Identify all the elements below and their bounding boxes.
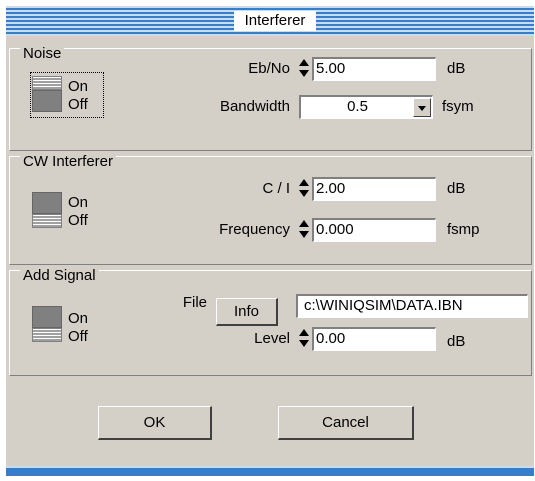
spin-up-icon[interactable] [299, 59, 309, 66]
noise-toggle-switch[interactable] [32, 76, 62, 112]
ok-button-label: K [155, 414, 166, 431]
spin-down-icon[interactable] [299, 231, 309, 238]
noise-legend: Noise [20, 45, 65, 63]
ok-button-mnemonic: O [143, 414, 156, 431]
add-signal-toggle-on-label[interactable]: On [68, 310, 88, 327]
file-path-input[interactable]: c:\WINIQSIM\DATA.IBN [296, 294, 528, 318]
title-bar[interactable]: Interferer [6, 6, 534, 36]
frequency-spinner[interactable] [298, 218, 310, 242]
noise-group: Noise On Off Eb/No 5.00 dB Bandwidth 0.5… [9, 45, 532, 151]
cancel-button[interactable]: Cancel [278, 406, 414, 440]
level-unit: dB [447, 333, 466, 350]
frequency-label: Frequency [219, 221, 290, 238]
frequency-unit: fsmp [447, 221, 480, 238]
interferer-dialog: Interferer Noise On Off Eb/No 5.00 dB Ba… [6, 6, 534, 476]
spin-down-icon[interactable] [299, 340, 309, 347]
spin-up-icon[interactable] [299, 329, 309, 336]
chevron-down-icon[interactable] [413, 98, 431, 117]
file-label: File [182, 294, 207, 311]
add-signal-toggle-off-label[interactable]: Off [68, 328, 88, 345]
cw-toggle-switch[interactable] [32, 192, 62, 228]
bandwidth-select[interactable]: 0.5 [299, 95, 433, 119]
spin-down-icon[interactable] [299, 70, 309, 77]
frequency-input[interactable]: 0.000 [312, 218, 436, 242]
spin-up-icon[interactable] [299, 179, 309, 186]
ebno-label: Eb/No [248, 60, 290, 77]
cw-toggle-off-label[interactable]: Off [68, 212, 88, 229]
add-signal-group: Add Signal On Off File Info c:\WINIQSIM\… [9, 267, 532, 376]
cw-interferer-group: CW Interferer On Off C / I 2.00 dB Frequ… [9, 153, 532, 265]
ebno-input[interactable]: 5.00 [312, 57, 436, 81]
info-button[interactable]: Info [216, 298, 278, 326]
level-spinner[interactable] [298, 327, 310, 351]
window-title: Interferer [234, 11, 316, 31]
spin-up-icon[interactable] [299, 220, 309, 227]
bandwidth-value: 0.5 [347, 98, 368, 115]
bandwidth-label: Bandwidth [219, 98, 290, 115]
noise-toggle-off-label[interactable]: Off [68, 96, 88, 113]
cancel-button-label: ancel [332, 414, 369, 431]
level-input[interactable]: 0.00 [312, 327, 436, 351]
level-label: Level [254, 330, 290, 347]
add-signal-toggle-switch[interactable] [32, 306, 62, 342]
cw-toggle-on-label[interactable]: On [68, 194, 88, 211]
ci-label: C / I [262, 180, 290, 197]
ebno-unit: dB [447, 60, 466, 77]
noise-toggle-on-label[interactable]: On [68, 78, 88, 95]
ci-input[interactable]: 2.00 [312, 177, 436, 201]
cancel-button-mnemonic: C [322, 414, 333, 431]
ci-spinner[interactable] [298, 177, 310, 201]
ci-unit: dB [447, 180, 466, 197]
window-bottom-bar [6, 466, 534, 476]
spin-down-icon[interactable] [299, 190, 309, 197]
cw-legend: CW Interferer [20, 153, 117, 171]
ok-button[interactable]: OK [98, 406, 212, 440]
add-signal-legend: Add Signal [20, 267, 99, 285]
ebno-spinner[interactable] [298, 57, 310, 81]
bandwidth-unit: fsym [442, 98, 474, 115]
